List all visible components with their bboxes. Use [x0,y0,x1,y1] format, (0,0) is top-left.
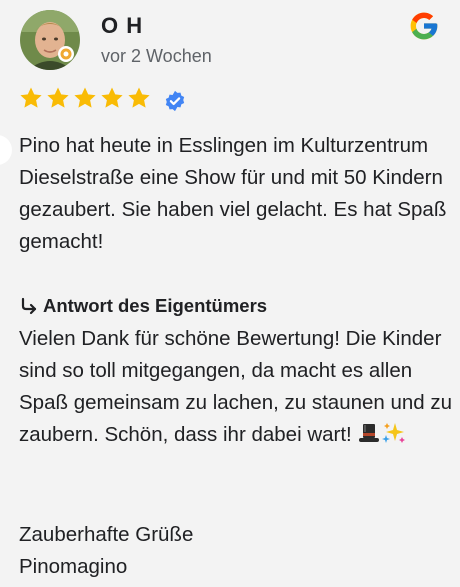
star-icon [74,87,96,108]
top-hat-emoji [359,424,380,442]
star-rating [19,86,151,110]
carousel-nav-button[interactable] [0,135,12,165]
star-icon [47,87,69,108]
review-date: vor 2 Wochen [101,46,212,66]
signoff-name: Pinomagino [19,555,128,578]
star-icon [20,87,42,108]
verified-badge-icon [165,90,185,112]
star-icon [128,87,150,108]
author-name[interactable]: O H [101,13,143,39]
signoff-greeting: Zauberhafte Grüße [19,523,194,546]
owner-reply-text: Vielen Dank für schöne Bewertung! Die Ki… [19,323,454,451]
sparkles-emoji [382,423,406,443]
google-icon [410,12,438,40]
review-text: Pino hat heute in Esslingen im Kulturzen… [19,134,447,253]
owner-reply-header: Antwort des Eigentümers [19,295,267,317]
local-guide-badge-icon [58,46,74,62]
review-card: O H vor 2 Wochen Pino hat heute in Essli… [0,0,460,587]
star-icon [101,87,123,108]
reply-signoff: Zauberhafte Grüße Pinomagino [19,519,193,583]
avatar[interactable] [20,10,80,70]
owner-reply-label: Antwort des Eigentümers [43,295,268,316]
reply-arrow-icon [21,297,37,315]
